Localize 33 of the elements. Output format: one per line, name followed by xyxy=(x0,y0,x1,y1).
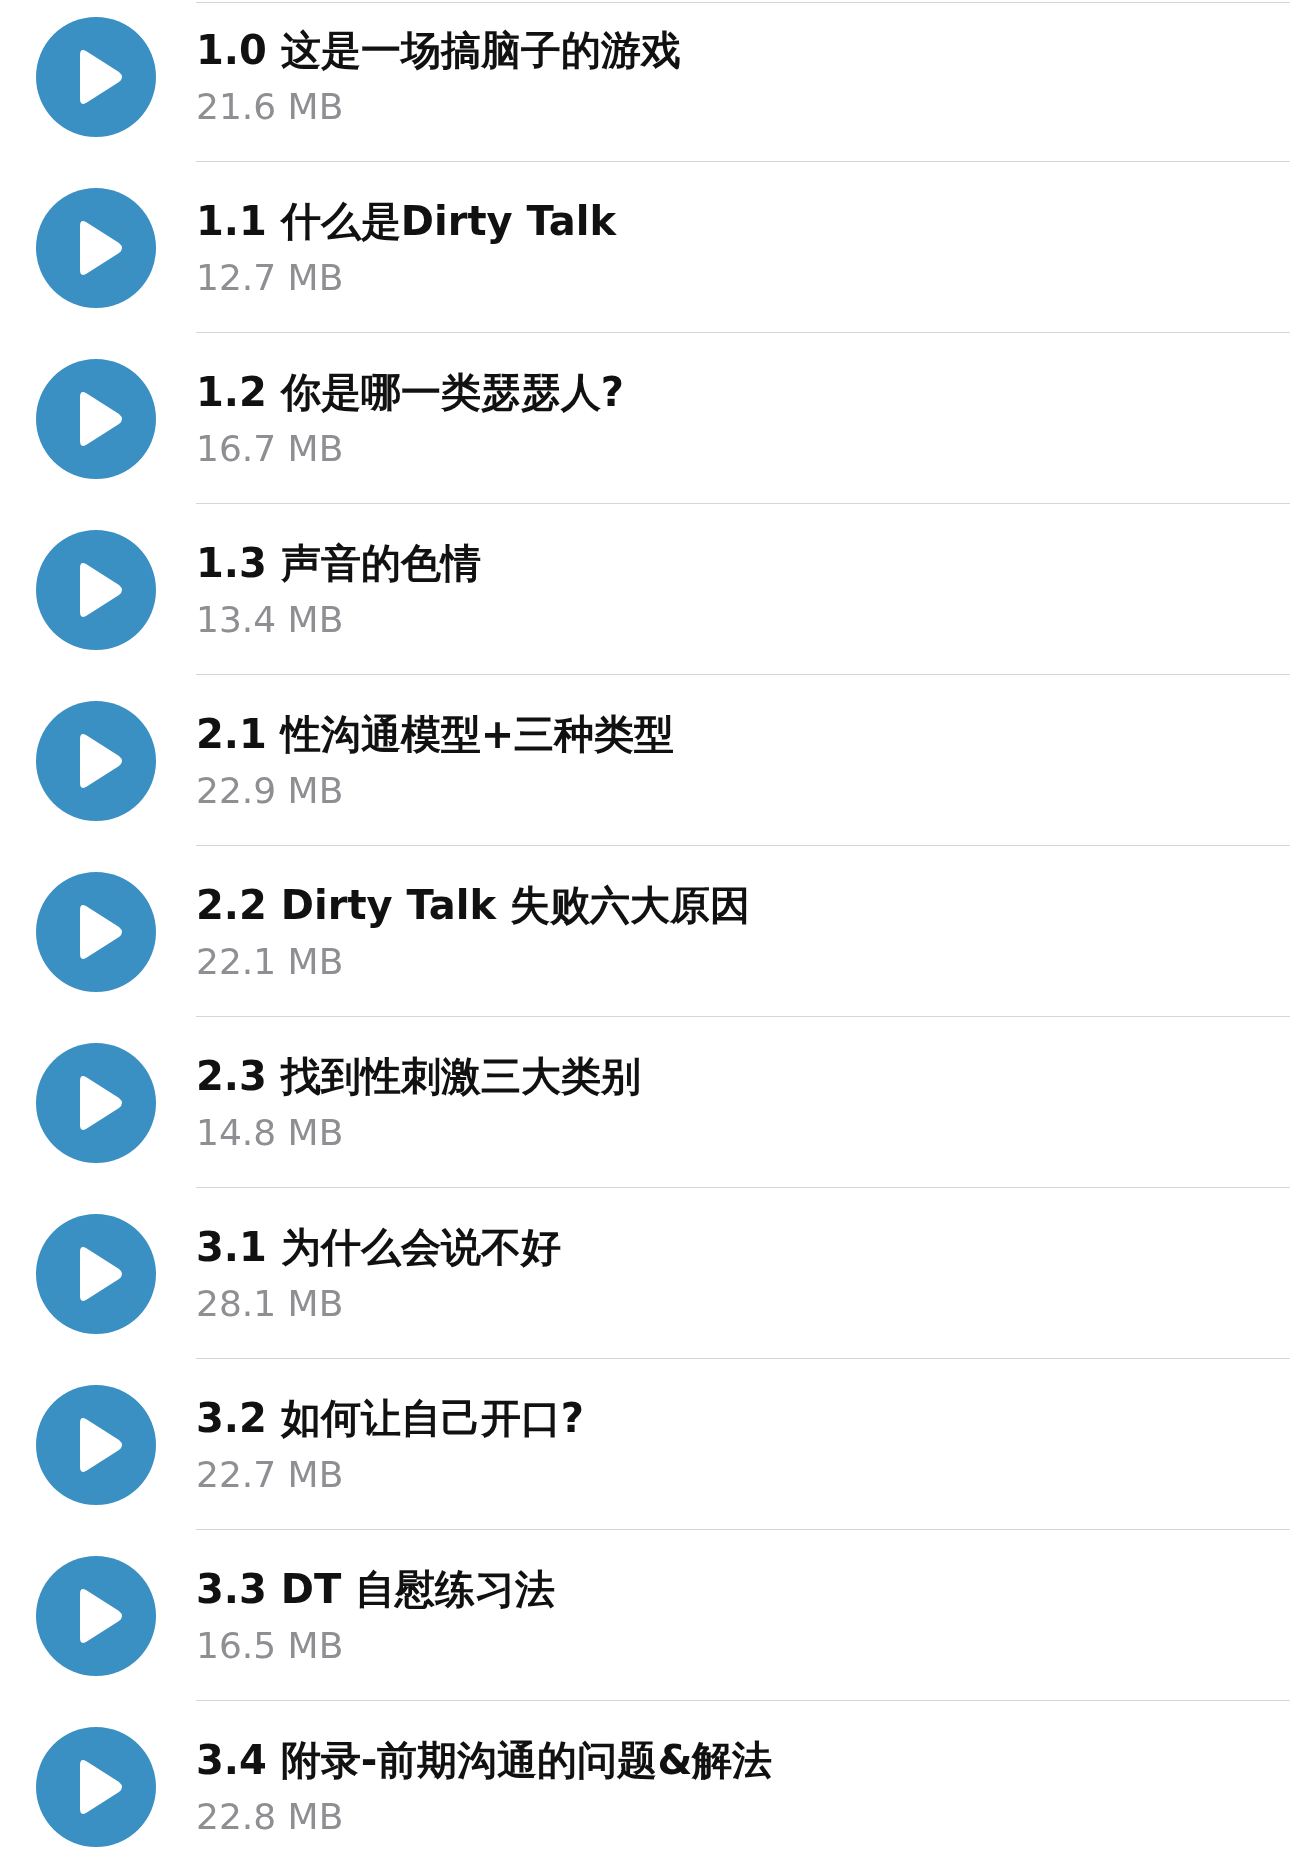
file-size: 16.7 MB xyxy=(196,427,345,471)
file-size: 14.8 MB xyxy=(196,1111,345,1155)
file-size: 22.1 MB xyxy=(196,940,345,984)
file-size: 22.8 MB xyxy=(196,1795,345,1839)
track-title: 2.3 找到性刺激三大类别 xyxy=(196,1052,642,1101)
track-title: 3.4 附录-前期沟通的问题&解法 xyxy=(196,1736,774,1785)
file-size: 16.5 MB xyxy=(196,1624,345,1668)
play-button[interactable] xyxy=(36,1384,156,1505)
track-title: 1.2 你是哪一类瑟瑟人? xyxy=(196,368,625,417)
play-button[interactable] xyxy=(36,871,156,992)
play-button[interactable] xyxy=(36,1555,156,1676)
track-title: 2.1 性沟通模型+三种类型 xyxy=(196,710,676,759)
file-size: 21.6 MB xyxy=(196,85,345,129)
track-title: 2.2 Dirty Talk 失败六大原因 xyxy=(196,881,751,930)
play-button[interactable] xyxy=(36,529,156,650)
play-button[interactable] xyxy=(36,1042,156,1163)
track-title: 3.2 如何让自己开口? xyxy=(196,1394,585,1443)
play-button[interactable] xyxy=(36,1726,156,1847)
play-button[interactable] xyxy=(36,187,156,308)
track-title: 3.3 DT 自慰练习法 xyxy=(196,1565,557,1614)
file-size: 12.7 MB xyxy=(196,256,345,300)
play-button[interactable] xyxy=(36,700,156,821)
track-title: 1.1 什么是Dirty Talk xyxy=(196,197,618,246)
play-button[interactable] xyxy=(36,16,156,137)
play-button[interactable] xyxy=(36,1213,156,1334)
file-size: 13.4 MB xyxy=(196,598,345,642)
track-title: 1.0 这是一场搞脑子的游戏 xyxy=(196,26,682,75)
play-button[interactable] xyxy=(36,358,156,479)
file-size: 28.1 MB xyxy=(196,1282,345,1326)
track-title: 1.3 声音的色情 xyxy=(196,539,482,588)
track-title: 3.1 为什么会说不好 xyxy=(196,1223,562,1272)
file-size: 22.7 MB xyxy=(196,1453,345,1497)
file-size: 22.9 MB xyxy=(196,769,345,813)
